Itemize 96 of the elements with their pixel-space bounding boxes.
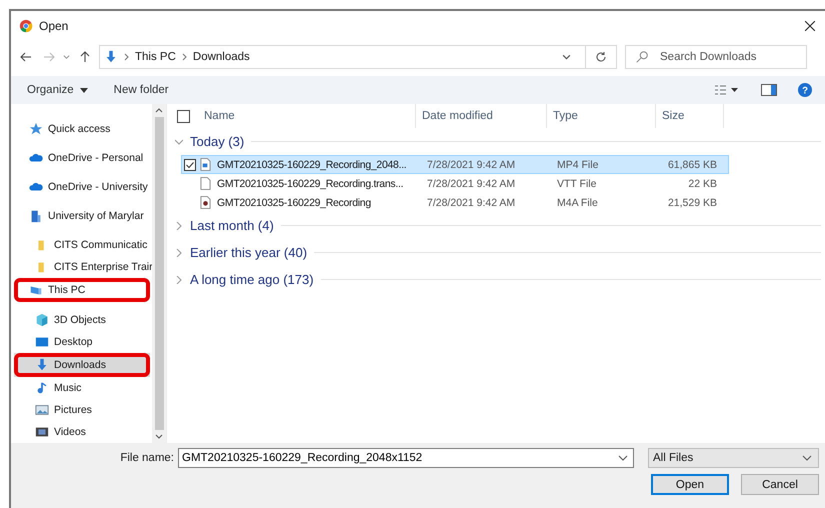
browser-logo-icon [19, 18, 33, 32]
select-all-checkbox[interactable] [177, 110, 190, 122]
file-icon [200, 177, 211, 190]
group-header[interactable]: Earlier this year (40) [190, 245, 308, 260]
sidebar-label: OneDrive - Personal [48, 152, 144, 164]
sidebar-label: CITS Enterprise Trair [54, 261, 152, 273]
new-folder-button[interactable]: New folder [114, 84, 169, 96]
breadcrumb[interactable]: This PC [135, 50, 176, 62]
chevron-right-icon [124, 52, 129, 60]
help-icon[interactable]: ? [797, 83, 813, 97]
type-cell-text: M4A File [557, 196, 599, 208]
sidebar-item[interactable]: Downloads [14, 353, 150, 377]
address-bar[interactable]: This PC Downloads [99, 44, 617, 68]
sidebar-label: 3D Objects [54, 314, 106, 326]
sidebar-item[interactable]: University of Marylar [11, 205, 152, 227]
sidebar-label: This PC [48, 284, 86, 296]
audio-file-icon [200, 196, 211, 209]
file-name-field[interactable]: GMT20210325-160229_Recording_2048x1152 [178, 448, 634, 468]
sidebar-item[interactable]: OneDrive - Personal [11, 147, 152, 169]
sidebar-item[interactable]: Music [11, 377, 152, 399]
chevron-icon[interactable] [175, 222, 183, 230]
scrollbar[interactable] [152, 104, 166, 443]
chevron-icon[interactable] [175, 276, 183, 284]
preview-pane-icon[interactable] [761, 83, 777, 97]
file-name: GMT20210325-160229_Recording.trans... [216, 178, 404, 190]
chevron-down-icon[interactable] [618, 455, 628, 461]
column-header[interactable]: Name [198, 104, 416, 128]
video-file-icon [200, 158, 211, 171]
file-type-dropdown[interactable]: All Files [648, 448, 819, 468]
column-header[interactable]: Size [656, 104, 724, 128]
sidebar-item[interactable]: Videos [11, 421, 152, 443]
sidebar-label: Videos [54, 426, 86, 438]
file-row[interactable]: GMT20210325-160229_Recording.trans... 7/28/2021 9:42 AM VTT File 22 KB [181, 174, 729, 193]
sidebar-item[interactable]: Desktop [11, 331, 152, 353]
type-cell-text: MP4 File [557, 158, 600, 170]
date-cell-text: 7/28/2021 9:42 AM [427, 178, 516, 190]
size-cell-text: 22 KB [687, 178, 717, 190]
checkbox-checked-icon[interactable] [184, 158, 196, 170]
sidebar-item[interactable]: Pictures [11, 399, 152, 421]
file-name: GMT20210325-160229_Recording [216, 196, 372, 208]
chevron-down-icon [802, 455, 812, 461]
sidebar-label: Downloads [54, 359, 106, 371]
column-header[interactable]: Date modified [416, 104, 547, 128]
date-cell-text: 7/28/2021 9:42 AM [427, 158, 516, 170]
sidebar-item[interactable]: CITS Enterprise Trair [11, 256, 152, 278]
search-icon [635, 50, 649, 64]
search-field[interactable]: Search Downloads [625, 44, 807, 68]
picture-icon [35, 403, 49, 417]
sidebar-label: University of Marylar [48, 210, 144, 222]
sidebar-item[interactable]: 3D Objects [11, 309, 152, 331]
back-arrow-icon[interactable] [20, 50, 32, 62]
refresh-icon [595, 50, 607, 62]
desktop-icon [35, 335, 49, 349]
chevron-right-icon [182, 52, 187, 60]
size-cell-text: 21,529 KB [666, 196, 717, 208]
sidebar-label: OneDrive - University [48, 181, 148, 193]
cancel-button[interactable]: Cancel [741, 474, 819, 495]
scroll-up-icon[interactable] [155, 108, 163, 113]
open-button[interactable]: Open [651, 474, 729, 495]
type-cell-text: VTT File [557, 178, 598, 190]
cube-icon [35, 313, 49, 327]
chevron-icon[interactable] [175, 248, 183, 256]
file-name-label: File name: [120, 452, 174, 464]
date-cell-text: 7/28/2021 9:42 AM [427, 196, 516, 208]
up-arrow-icon[interactable] [79, 50, 91, 62]
building-icon [29, 209, 43, 223]
breadcrumb[interactable]: Downloads [192, 50, 250, 62]
star-icon [29, 122, 43, 136]
sidebar-item[interactable]: Quick access [11, 118, 152, 140]
file-row[interactable]: GMT20210325-160229_Recording 7/28/2021 9:42 AM M4A File 21,529 KB [181, 193, 729, 212]
caret-icon [80, 88, 88, 92]
sidebar-item[interactable]: This PC [14, 278, 150, 302]
scroll-down-icon[interactable] [155, 434, 163, 439]
film-icon [35, 425, 49, 439]
file-name: GMT20210325-160229_Recording_2048... [216, 158, 408, 170]
group-header[interactable]: A long time ago (173) [190, 272, 314, 287]
chevron-icon[interactable] [175, 138, 183, 146]
download-arrow-icon [104, 50, 118, 64]
group-header[interactable]: Last month (4) [190, 218, 274, 233]
window-title: Open [39, 18, 68, 32]
size-cell-text: 61,865 KB [666, 158, 717, 170]
music-note-icon [35, 381, 49, 395]
sidebar-label: Pictures [54, 404, 92, 416]
sidebar-label: Quick access [48, 123, 110, 135]
download-arrow-icon [35, 358, 49, 372]
sidebar-label: Desktop [54, 336, 93, 348]
column-header[interactable]: Type [547, 104, 656, 128]
close-icon[interactable] [805, 20, 815, 30]
sidebar-item[interactable]: CITS Communicatic [11, 234, 152, 256]
group-header[interactable]: Today (3) [190, 134, 244, 149]
sidebar-item[interactable]: OneDrive - University [11, 176, 152, 198]
chevron-down-icon[interactable] [562, 54, 571, 60]
file-row[interactable]: GMT20210325-160229_Recording_2048... 7/28/2021 9:42 AM MP4 File 61,865 KB [181, 155, 729, 174]
organize-button[interactable]: Organize [27, 84, 88, 96]
sidebar-label: Music [54, 382, 82, 394]
sidebar-label: CITS Communicatic [54, 239, 148, 251]
